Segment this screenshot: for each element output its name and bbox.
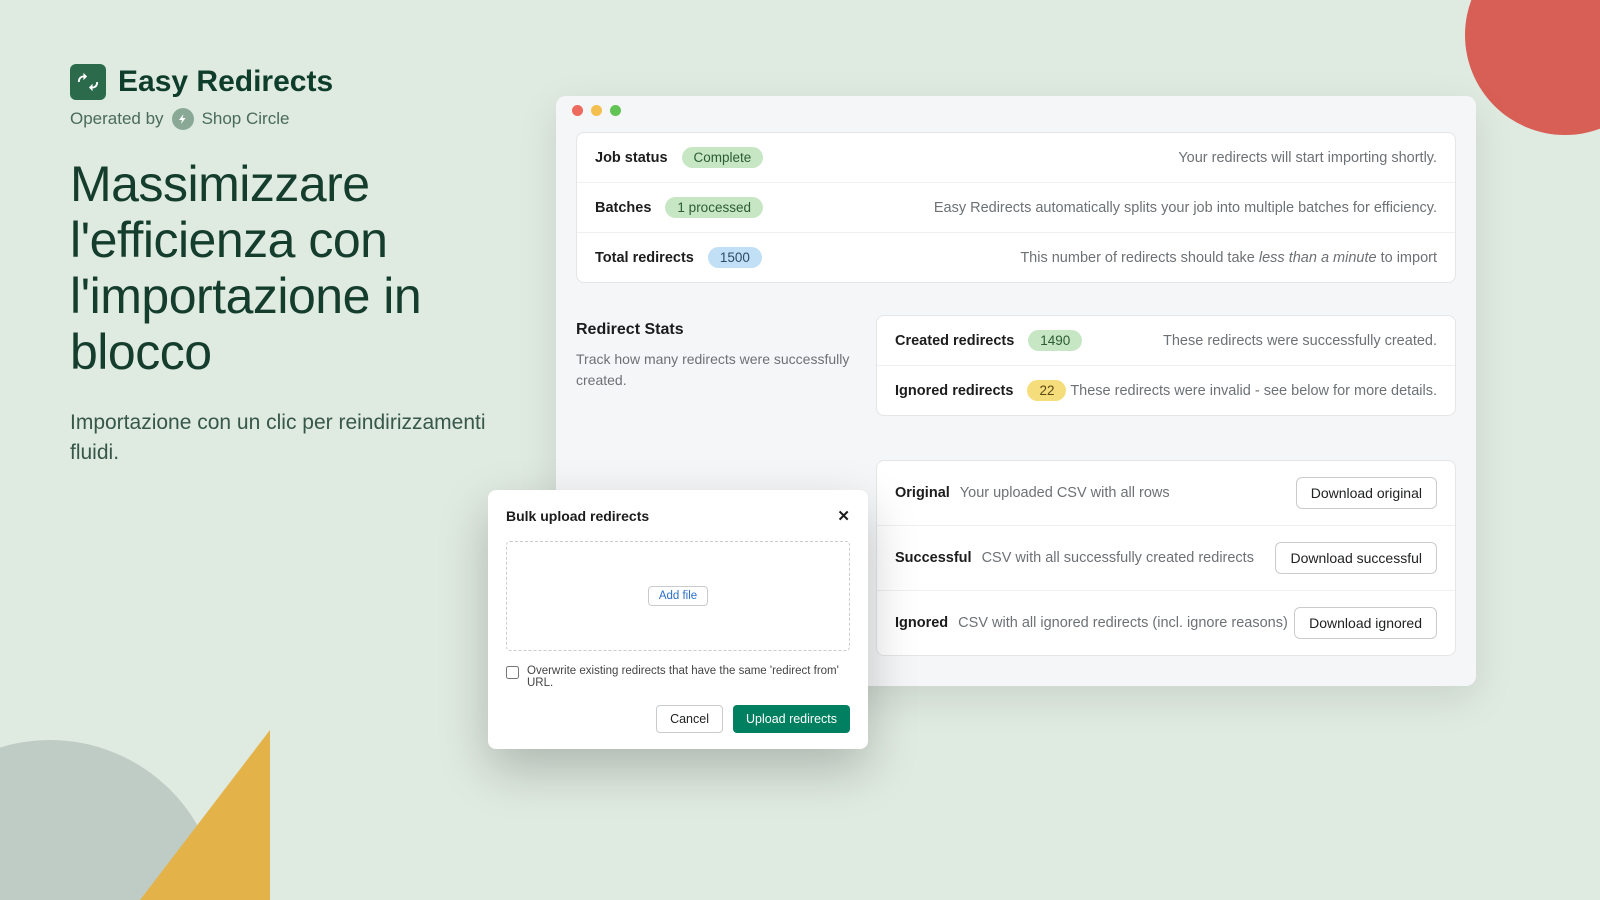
status-panel: Job status Complete Your redirects will … — [576, 132, 1456, 283]
shop-circle-logo — [172, 108, 194, 130]
batches-row: Batches 1 processed Easy Redirects autom… — [577, 183, 1455, 233]
modal-actions: Cancel Upload redirects — [506, 705, 850, 733]
batches-label: Batches — [595, 200, 651, 216]
decoration-yellow-tri — [140, 730, 270, 900]
created-label: Created redirects — [895, 333, 1014, 349]
modal-header: Bulk upload redirects ✕ — [506, 507, 850, 525]
ignored-helper: These redirects were invalid - see below… — [1070, 383, 1437, 399]
download-original-button[interactable]: Download original — [1296, 477, 1437, 509]
download-ignored-name: Ignored — [895, 615, 948, 631]
download-original-desc: Your uploaded CSV with all rows — [960, 485, 1170, 501]
ignored-label: Ignored redirects — [895, 383, 1013, 399]
redirect-stats-section: Redirect Stats Track how many redirects … — [576, 315, 1456, 416]
brand-row: Easy Redirects — [70, 64, 490, 100]
operated-prefix: Operated by — [70, 109, 164, 129]
redirect-stats-panel: Created redirects 1490 These redirects w… — [876, 315, 1456, 416]
job-status-helper: Your redirects will start importing shor… — [1178, 150, 1437, 166]
download-successful-desc: CSV with all successfully created redire… — [982, 550, 1254, 566]
ignored-badge: 22 — [1027, 380, 1066, 401]
app-logo — [70, 64, 106, 100]
ignored-redirects-row: Ignored redirects 22 These redirects wer… — [877, 366, 1455, 415]
total-redirects-row: Total redirects 1500 This number of redi… — [577, 233, 1455, 282]
add-file-button[interactable]: Add file — [648, 586, 708, 606]
window-chrome — [556, 96, 1476, 124]
download-original-row: Original Your uploaded CSV with all rows… — [877, 461, 1455, 526]
redirect-icon — [77, 71, 99, 93]
download-ignored-desc: CSV with all ignored redirects (incl. ig… — [958, 615, 1288, 631]
bulk-upload-modal: Bulk upload redirects ✕ Add file Overwri… — [488, 490, 868, 749]
window-zoom-dot[interactable] — [610, 105, 621, 116]
modal-title: Bulk upload redirects — [506, 508, 649, 524]
total-badge: 1500 — [708, 247, 762, 268]
created-badge: 1490 — [1028, 330, 1082, 351]
overwrite-checkbox-row[interactable]: Overwrite existing redirects that have t… — [506, 665, 850, 689]
file-dropzone[interactable]: Add file — [506, 541, 850, 651]
total-helper-post: to import — [1377, 250, 1437, 266]
upload-button[interactable]: Upload redirects — [733, 705, 850, 733]
total-helper-pre: This number of redirects should take — [1020, 250, 1259, 266]
decoration-red-circle — [1465, 0, 1600, 135]
downloads-panel: Original Your uploaded CSV with all rows… — [876, 460, 1456, 656]
overwrite-checkbox[interactable] — [506, 666, 519, 679]
created-redirects-row: Created redirects 1490 These redirects w… — [877, 316, 1455, 366]
download-ignored-row: Ignored CSV with all ignored redirects (… — [877, 591, 1455, 655]
download-successful-button[interactable]: Download successful — [1275, 542, 1437, 574]
overwrite-label: Overwrite existing redirects that have t… — [527, 665, 850, 689]
job-status-label: Job status — [595, 150, 668, 166]
window-close-dot[interactable] — [572, 105, 583, 116]
redirect-stats-caption: Track how many redirects were successful… — [576, 349, 856, 391]
job-status-row: Job status Complete Your redirects will … — [577, 133, 1455, 183]
total-helper: This number of redirects should take les… — [1020, 250, 1437, 266]
brand-name: Easy Redirects — [118, 65, 333, 99]
download-successful-name: Successful — [895, 550, 972, 566]
headline: Massimizzare l'efficienza con l'importaz… — [70, 156, 490, 380]
subheadline: Importazione con un clic per reindirizza… — [70, 408, 490, 469]
total-label: Total redirects — [595, 250, 694, 266]
redirect-stats-legend: Redirect Stats Track how many redirects … — [576, 315, 856, 416]
job-status-badge: Complete — [682, 147, 764, 168]
download-ignored-button[interactable]: Download ignored — [1294, 607, 1437, 639]
batches-helper: Easy Redirects automatically splits your… — [934, 200, 1437, 216]
window-minimize-dot[interactable] — [591, 105, 602, 116]
operated-by-row: Operated by Shop Circle — [70, 108, 490, 130]
download-original-name: Original — [895, 485, 950, 501]
marketing-copy: Easy Redirects Operated by Shop Circle M… — [70, 64, 490, 469]
close-icon[interactable]: ✕ — [837, 507, 850, 525]
download-successful-row: Successful CSV with all successfully cre… — [877, 526, 1455, 591]
created-helper: These redirects were successfully create… — [1163, 333, 1437, 349]
operated-name: Shop Circle — [202, 109, 290, 129]
bolt-icon — [177, 113, 189, 125]
batches-badge: 1 processed — [665, 197, 763, 218]
cancel-button[interactable]: Cancel — [656, 705, 723, 733]
total-helper-em: less than a minute — [1259, 250, 1377, 266]
redirect-stats-title: Redirect Stats — [576, 321, 856, 339]
